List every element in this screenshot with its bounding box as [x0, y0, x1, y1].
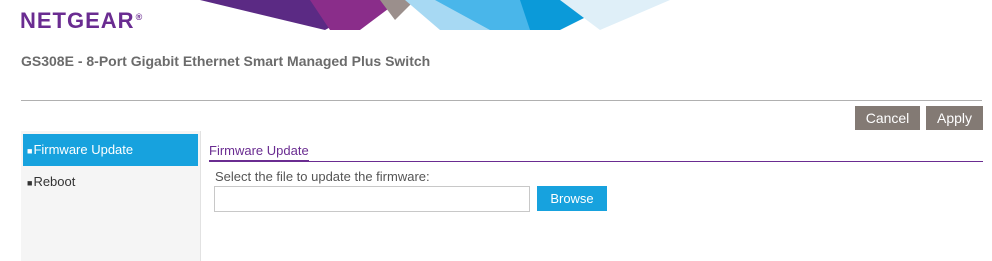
sidebar-item-firmware-update[interactable]: ■Firmware Update [23, 134, 198, 166]
sidebar-item-label: Firmware Update [33, 142, 134, 157]
browse-button[interactable]: Browse [537, 186, 607, 211]
sidebar-item-reboot[interactable]: ■Reboot [23, 166, 198, 198]
logo-text: NETGEAR [20, 8, 135, 33]
header-banner-graphic [200, 0, 670, 30]
firmware-file-input[interactable] [214, 186, 530, 212]
netgear-logo: NETGEAR® [20, 8, 143, 34]
registered-mark: ® [135, 11, 144, 22]
sidebar: ■Firmware Update ■Reboot [21, 131, 201, 261]
sidebar-item-label: Reboot [33, 174, 76, 189]
tab-underline [209, 161, 983, 162]
header-divider [21, 100, 982, 101]
firmware-instruction: Select the file to update the firmware: [215, 169, 430, 184]
product-title: GS308E - 8-Port Gigabit Ethernet Smart M… [21, 53, 431, 69]
bullet-icon: ■ [27, 178, 33, 188]
tab-firmware-update[interactable]: Firmware Update [209, 143, 309, 162]
apply-button[interactable]: Apply [926, 106, 983, 130]
bullet-icon: ■ [27, 146, 33, 156]
cancel-button[interactable]: Cancel [855, 106, 920, 130]
